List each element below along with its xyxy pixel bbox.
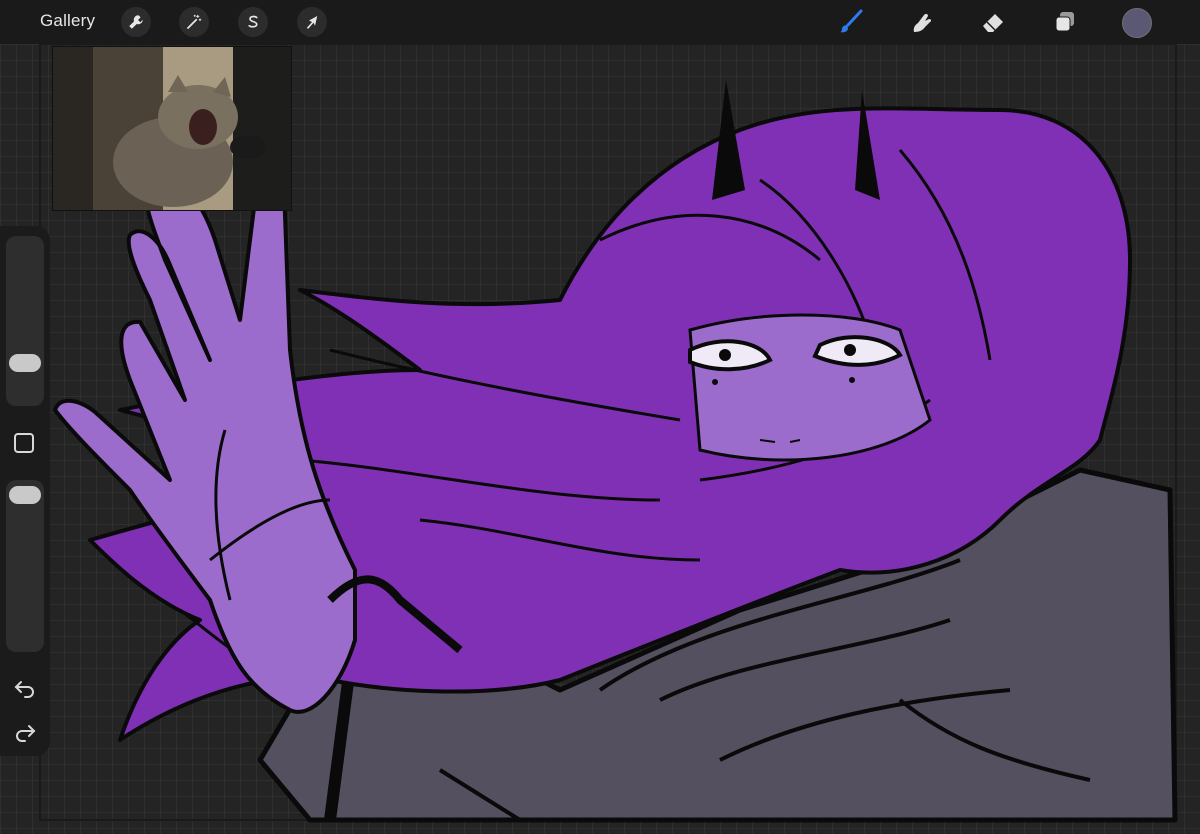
current-color-swatch[interactable] (1122, 8, 1152, 38)
brush-size-thumb[interactable] (9, 354, 41, 372)
cat-reference-photo (53, 47, 291, 210)
drawing-canvas[interactable] (0, 44, 1200, 834)
eraser-icon (983, 14, 1003, 32)
redo-arrow-icon[interactable] (13, 720, 37, 744)
undo-arrow-icon[interactable] (13, 676, 37, 700)
modify-square-icon[interactable] (14, 433, 34, 453)
eraser-tool-button[interactable] (977, 6, 1009, 38)
selection-button[interactable] (238, 7, 268, 37)
magic-wand-icon (187, 14, 202, 29)
reference-image-window[interactable] (52, 46, 292, 211)
layers-button[interactable] (1049, 6, 1081, 38)
opacity-thumb[interactable] (9, 486, 41, 504)
smudge-finger-icon (913, 13, 932, 32)
layers-icon (1055, 12, 1074, 32)
transform-button[interactable] (297, 7, 327, 37)
left-sidebar (0, 226, 50, 756)
adjustments-button[interactable] (179, 7, 209, 37)
opacity-slider[interactable] (6, 480, 44, 652)
wrench-icon (129, 15, 143, 29)
smudge-tool-button[interactable] (906, 6, 938, 38)
actions-button[interactable] (121, 7, 151, 37)
top-toolbar: Gallery (0, 0, 1200, 44)
selection-s-icon (248, 15, 258, 28)
brush-size-slider[interactable] (6, 236, 44, 406)
arrow-cursor-icon (306, 16, 318, 29)
brush-tool-button[interactable] (835, 6, 867, 38)
gallery-button[interactable]: Gallery (40, 11, 95, 31)
brush-icon (840, 9, 863, 33)
